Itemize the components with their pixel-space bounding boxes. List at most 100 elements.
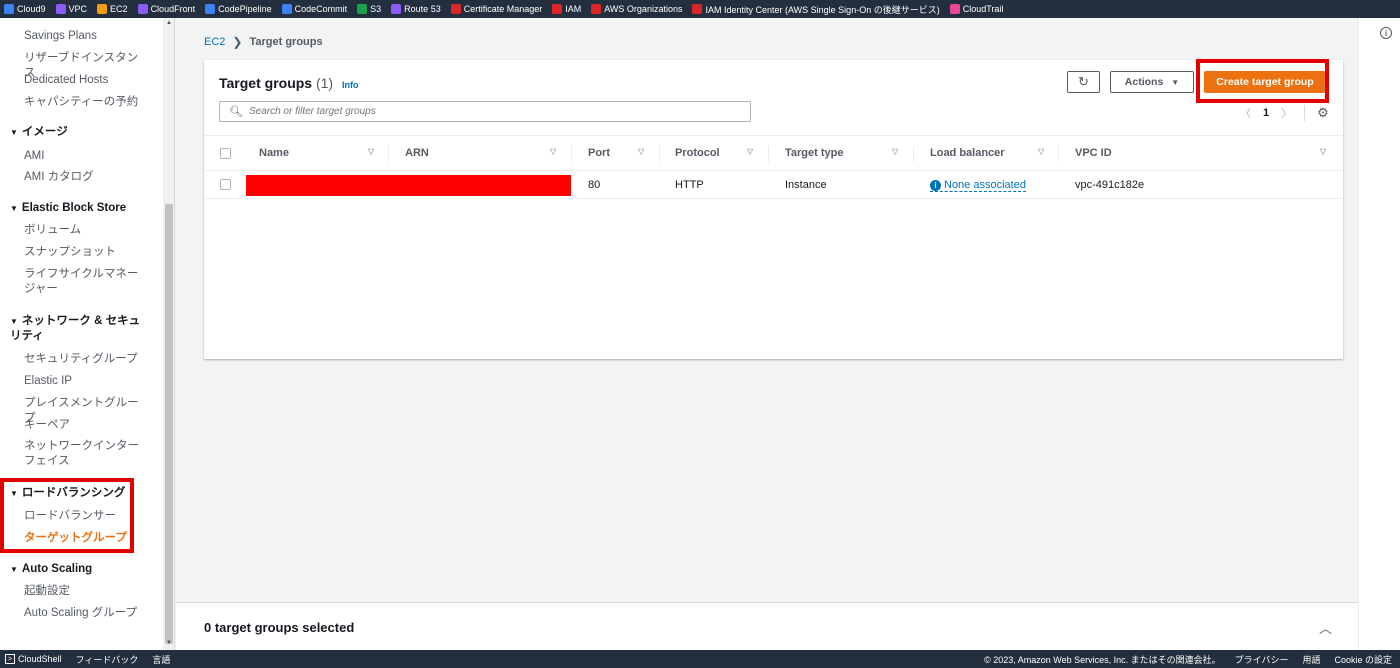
highlight-box-create-button: [1196, 59, 1329, 103]
favorite-codecommit[interactable]: CodeCommit: [281, 4, 347, 14]
cloudfront-icon: [137, 4, 148, 14]
column-header-load-balancer[interactable]: Load balancer: [930, 147, 1005, 159]
column-divider: [913, 146, 914, 162]
privacy-link[interactable]: プライバシー: [1235, 653, 1289, 666]
breadcrumb: EC2 ❯ Target groups: [204, 35, 323, 49]
prev-page-icon[interactable]: 〈: [1240, 105, 1251, 121]
sort-icon[interactable]: ▽: [1038, 147, 1044, 156]
terms-link[interactable]: 用語: [1302, 653, 1320, 666]
item-count: (1): [315, 75, 334, 91]
info-panel-rail: [1358, 18, 1400, 650]
column-divider: [659, 146, 660, 162]
table-row[interactable]: 80 HTTP Instance i None associated vpc-49…: [204, 171, 1343, 199]
terminal-icon: >: [5, 654, 15, 664]
page-title: Target groups (1) Info: [219, 75, 359, 91]
favorite-cloudtrail[interactable]: CloudTrail: [949, 4, 1003, 14]
sort-icon[interactable]: ▽: [368, 147, 374, 156]
breadcrumb-ec2-link[interactable]: EC2: [204, 36, 225, 48]
breadcrumb-current: Target groups: [249, 36, 323, 48]
scroll-up-arrow-icon[interactable]: ▲: [166, 20, 172, 26]
cloudshell-button[interactable]: > CloudShell: [5, 654, 62, 664]
favorite-codepipeline[interactable]: CodePipeline: [205, 4, 272, 14]
favorite-ec2[interactable]: EC2: [97, 4, 128, 14]
sidebar-item-lifecycle-manager[interactable]: ライフサイクルマネージャー: [24, 267, 144, 297]
favorite-cloud9[interactable]: Cloud9: [4, 4, 46, 14]
info-link[interactable]: Info: [342, 80, 359, 90]
sidebar-item-capacity-reservations[interactable]: キャパシティーの予約: [24, 95, 144, 110]
favorite-identity-center[interactable]: IAM Identity Center (AWS Single Sign-On …: [692, 3, 940, 16]
sidebar-item-volumes[interactable]: ボリューム: [24, 223, 144, 238]
sidebar-item-snapshots[interactable]: スナップショット: [24, 245, 144, 260]
pager-divider: [1304, 105, 1306, 121]
pagination: 〈 1 〉 ⚙: [1240, 105, 1329, 121]
sidebar-item-elastic-ip[interactable]: Elastic IP: [24, 374, 144, 389]
chevron-up-icon[interactable]: ︿: [1319, 618, 1332, 637]
column-divider: [768, 146, 769, 162]
sidebar-item-dedicated-hosts[interactable]: Dedicated Hosts: [24, 73, 144, 88]
split-panel: 0 target groups selected ︿: [176, 602, 1358, 650]
cloudtrail-icon: [949, 4, 960, 14]
column-header-vpc-id[interactable]: VPC ID: [1075, 147, 1112, 159]
current-page-number[interactable]: 1: [1263, 107, 1269, 119]
sidebar-item-network-interfaces[interactable]: ネットワークインターフェイス: [24, 439, 144, 469]
sidebar-scrollbar-thumb[interactable]: [165, 204, 173, 644]
none-associated-link[interactable]: i None associated: [930, 179, 1026, 192]
sort-icon[interactable]: ▽: [747, 147, 753, 156]
favorite-certificate-manager[interactable]: Certificate Manager: [450, 4, 542, 14]
column-header-target-type[interactable]: Target type: [785, 147, 843, 159]
sidebar-item-ami-catalog[interactable]: AMI カタログ: [24, 170, 144, 185]
sort-icon[interactable]: ▽: [638, 147, 644, 156]
column-header-name[interactable]: Name: [259, 147, 289, 159]
highlight-box-load-balancing: [0, 478, 134, 553]
codepipeline-icon: [205, 4, 216, 14]
favorite-vpc[interactable]: VPC: [55, 4, 87, 14]
search-box: 🔍︎: [219, 101, 751, 122]
cell-load-balancer: i None associated: [930, 179, 1026, 192]
column-header-arn[interactable]: ARN: [405, 147, 429, 159]
scroll-down-arrow-icon[interactable]: ▼: [166, 640, 172, 646]
sidebar-item-savings-plans[interactable]: Savings Plans: [24, 29, 144, 44]
gear-icon[interactable]: ⚙: [1317, 105, 1329, 121]
favorite-s3[interactable]: S3: [357, 4, 381, 14]
next-page-icon[interactable]: 〉: [1281, 105, 1292, 121]
cell-target-type: Instance: [785, 179, 827, 191]
sidebar-section-images[interactable]: ▼ イメージ: [10, 125, 145, 140]
sidebar-item-security-groups[interactable]: セキュリティグループ: [24, 352, 144, 367]
favorite-route53[interactable]: Route 53: [391, 4, 441, 14]
sort-icon[interactable]: ▽: [550, 147, 556, 156]
refresh-button[interactable]: ↻: [1067, 71, 1100, 93]
identity-center-icon: [692, 4, 703, 14]
sidebar-section-network-security[interactable]: ▼ ネットワーク & セキュリティ: [10, 314, 145, 344]
sidebar-item-ami[interactable]: AMI: [24, 149, 144, 164]
sidebar-nav: Savings Plans リザーブドインスタンス Dedicated Host…: [0, 18, 175, 650]
caret-down-icon: ▼: [10, 565, 18, 574]
column-header-protocol[interactable]: Protocol: [675, 147, 720, 159]
cookie-settings-link[interactable]: Cookie の設定: [1334, 653, 1392, 666]
favorite-cloudfront[interactable]: CloudFront: [137, 4, 195, 14]
column-divider: [1058, 146, 1059, 162]
actions-button[interactable]: Actions ▼: [1110, 71, 1194, 93]
refresh-icon: ↻: [1078, 74, 1089, 89]
feedback-link[interactable]: フィードバック: [76, 653, 139, 666]
caret-down-icon: ▼: [1171, 77, 1180, 87]
row-checkbox[interactable]: [220, 179, 231, 190]
favorite-organizations[interactable]: AWS Organizations: [591, 4, 682, 14]
route53-icon: [391, 4, 402, 14]
sidebar-item-launch-configurations[interactable]: 起動設定: [24, 584, 144, 599]
sort-icon[interactable]: ▽: [892, 147, 898, 156]
search-input[interactable]: [248, 106, 729, 117]
sidebar-item-key-pairs[interactable]: キーペア: [24, 418, 144, 433]
sidebar-section-auto-scaling[interactable]: ▼ Auto Scaling: [10, 562, 145, 577]
vpc-icon: [55, 4, 66, 14]
sort-icon[interactable]: ▽: [1320, 147, 1326, 156]
redacted-name-arn: [246, 175, 571, 196]
sidebar-section-ebs[interactable]: ▼ Elastic Block Store: [10, 201, 145, 216]
info-icon[interactable]: i: [1380, 27, 1392, 39]
sidebar-item-auto-scaling-groups[interactable]: Auto Scaling グループ: [24, 606, 144, 621]
language-link[interactable]: 言語: [152, 653, 170, 666]
cloud9-icon: [4, 4, 14, 14]
favorite-iam[interactable]: IAM: [552, 4, 581, 14]
target-groups-panel: Target groups (1) Info 🔍︎ ↻ Actions▼ Cre…: [204, 60, 1343, 359]
column-header-port[interactable]: Port: [588, 147, 610, 159]
select-all-checkbox[interactable]: [220, 148, 231, 159]
